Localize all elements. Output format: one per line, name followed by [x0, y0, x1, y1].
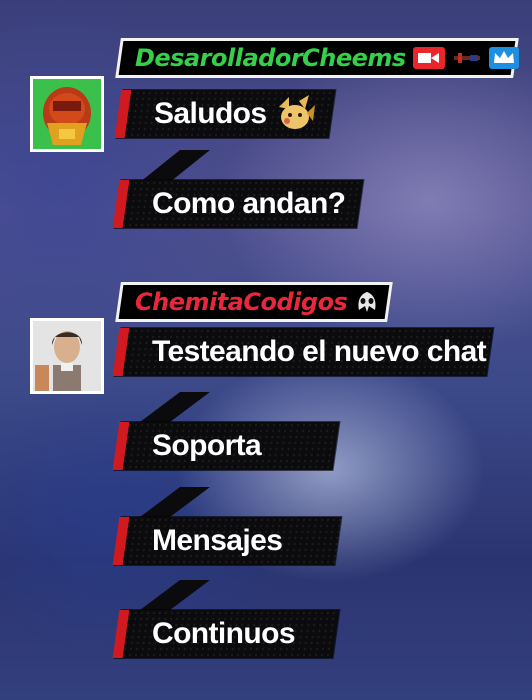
avatar[interactable]	[30, 318, 104, 394]
message-text: Testeando el nuevo chat	[152, 335, 487, 368]
moth-icon	[353, 288, 381, 316]
message-text: Continuos	[152, 617, 295, 650]
username-tag[interactable]: ChemitaCodigos	[115, 282, 393, 322]
message-bubble[interactable]: Soporta	[114, 422, 340, 470]
message-bubble[interactable]: Testeando el nuevo chat	[114, 328, 494, 376]
message-text: Mensajes	[152, 524, 283, 557]
username-label: ChemitaCodigos	[135, 288, 348, 316]
message-group-2: ChemitaCodigos Testeando el nuevo chat S…	[0, 0, 532, 700]
message-bubble[interactable]: Mensajes	[114, 517, 342, 565]
message-bubble[interactable]: Continuos	[114, 610, 340, 658]
message-text: Soporta	[152, 429, 262, 462]
